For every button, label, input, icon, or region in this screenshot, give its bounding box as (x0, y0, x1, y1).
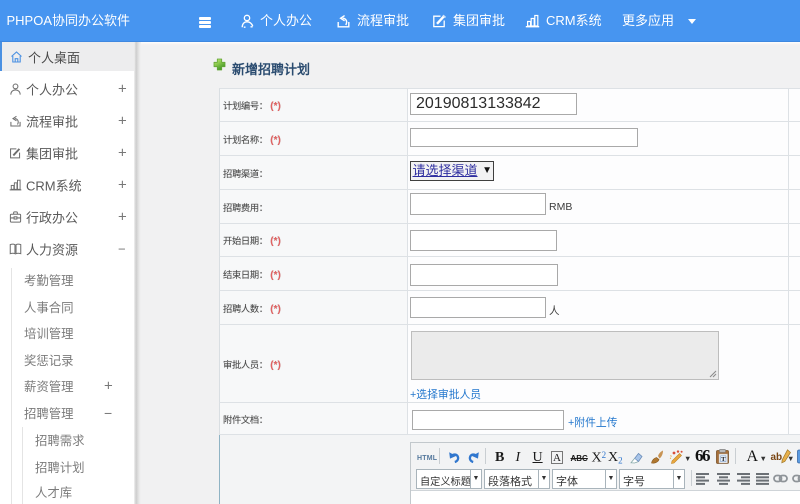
svg-text:T: T (721, 456, 726, 463)
